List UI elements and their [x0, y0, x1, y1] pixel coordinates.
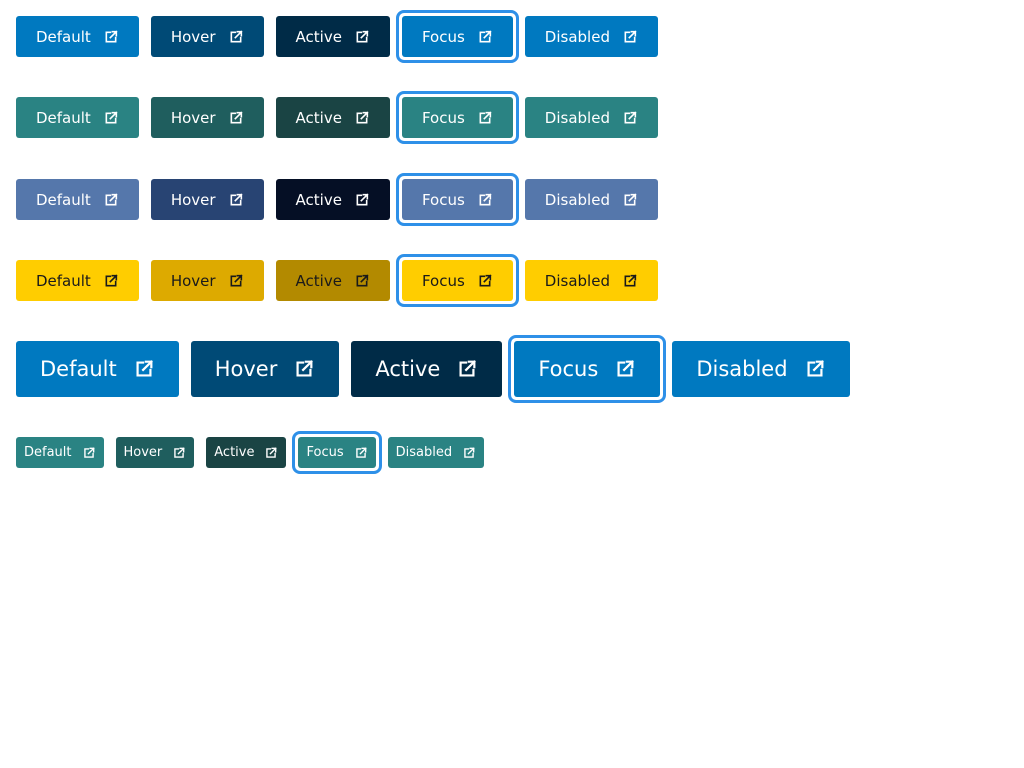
- disabled-button: Disabled: [524, 179, 658, 220]
- external-link-icon: [622, 29, 638, 45]
- button-label: Active: [214, 445, 255, 460]
- external-link-icon: [228, 29, 244, 45]
- button-label: Active: [375, 357, 441, 381]
- button-row-teal-small: Default Hover Active Focus Disabled: [16, 431, 496, 474]
- focus-button[interactable]: Focus: [395, 254, 519, 307]
- default-button[interactable]: Default: [16, 260, 139, 301]
- external-link-icon: [614, 358, 636, 380]
- default-button[interactable]: Default: [16, 437, 104, 468]
- button-label: Focus: [421, 190, 465, 209]
- default-button[interactable]: Default: [16, 341, 179, 397]
- external-link-icon: [172, 446, 186, 460]
- default-button[interactable]: Default: [16, 16, 139, 57]
- button-label: Focus: [421, 271, 465, 290]
- external-link-icon: [462, 446, 476, 460]
- button-label: Hover: [170, 190, 216, 209]
- button-label: Active: [295, 108, 342, 127]
- button-label: Default: [36, 108, 91, 127]
- button-label: Default: [36, 271, 91, 290]
- external-link-icon: [456, 358, 478, 380]
- external-link-icon: [804, 358, 826, 380]
- external-link-icon: [477, 273, 493, 289]
- focus-button[interactable]: Focus: [508, 335, 667, 403]
- hover-button[interactable]: Hover: [150, 179, 264, 220]
- button-label: Default: [36, 27, 91, 46]
- button-label: Focus: [538, 357, 599, 381]
- button-label: Active: [295, 190, 342, 209]
- external-link-icon: [103, 110, 119, 126]
- external-link-icon: [477, 192, 493, 208]
- external-link-icon: [622, 273, 638, 289]
- button-label: Default: [36, 190, 91, 209]
- button-label: Hover: [170, 108, 216, 127]
- button-label: Hover: [170, 271, 216, 290]
- button-label: Focus: [421, 108, 465, 127]
- disabled-button: Disabled: [672, 341, 850, 397]
- focus-button[interactable]: Focus: [395, 173, 519, 226]
- hover-button[interactable]: Hover: [115, 437, 195, 468]
- external-link-icon: [293, 358, 315, 380]
- external-link-icon: [354, 110, 370, 126]
- button-label: Hover: [214, 357, 278, 381]
- button-row-primary: Default Hover Active Focus Disabled: [16, 10, 670, 63]
- external-link-icon: [82, 446, 96, 460]
- external-link-icon: [354, 29, 370, 45]
- external-link-icon: [103, 273, 119, 289]
- active-button[interactable]: Active: [275, 260, 390, 301]
- button-label: Hover: [123, 445, 163, 460]
- focus-button[interactable]: Focus: [292, 431, 382, 474]
- external-link-icon: [228, 192, 244, 208]
- disabled-button: Disabled: [524, 97, 658, 138]
- button-row-teal: Default Hover Active Focus Disabled: [16, 91, 670, 144]
- active-button[interactable]: Active: [275, 97, 390, 138]
- focus-button[interactable]: Focus: [395, 10, 519, 63]
- button-label: Active: [295, 271, 342, 290]
- button-label: Active: [295, 27, 342, 46]
- button-row-yellow: Default Hover Active Focus Disabled: [16, 254, 670, 307]
- hover-button[interactable]: Hover: [150, 97, 264, 138]
- focus-button[interactable]: Focus: [395, 91, 519, 144]
- external-link-icon: [264, 446, 278, 460]
- external-link-icon: [133, 358, 155, 380]
- button-label: Focus: [421, 27, 465, 46]
- button-label: Disabled: [544, 108, 610, 127]
- button-label: Default: [24, 445, 72, 460]
- external-link-icon: [477, 110, 493, 126]
- external-link-icon: [103, 29, 119, 45]
- active-button[interactable]: Active: [275, 16, 390, 57]
- hover-button[interactable]: Hover: [150, 16, 264, 57]
- active-button[interactable]: Active: [206, 437, 287, 468]
- active-button[interactable]: Active: [275, 179, 390, 220]
- button-label: Disabled: [395, 445, 453, 460]
- external-link-icon: [622, 192, 638, 208]
- button-label: Disabled: [696, 357, 788, 381]
- external-link-icon: [354, 192, 370, 208]
- external-link-icon: [622, 110, 638, 126]
- button-label: Disabled: [544, 27, 610, 46]
- button-row-primary-large: Default Hover Active Focus Disabled: [16, 335, 862, 403]
- hover-button[interactable]: Hover: [190, 341, 340, 397]
- disabled-button: Disabled: [524, 260, 658, 301]
- default-button[interactable]: Default: [16, 179, 139, 220]
- external-link-icon: [228, 273, 244, 289]
- button-label: Focus: [306, 445, 344, 460]
- button-label: Disabled: [544, 190, 610, 209]
- external-link-icon: [228, 110, 244, 126]
- external-link-icon: [477, 29, 493, 45]
- active-button[interactable]: Active: [351, 341, 503, 397]
- button-label: Default: [40, 357, 117, 381]
- external-link-icon: [354, 273, 370, 289]
- button-row-slate: Default Hover Active Focus Disabled: [16, 173, 670, 226]
- external-link-icon: [354, 446, 368, 460]
- external-link-icon: [103, 192, 119, 208]
- button-label: Disabled: [544, 271, 610, 290]
- disabled-button: Disabled: [387, 437, 485, 468]
- hover-button[interactable]: Hover: [150, 260, 264, 301]
- default-button[interactable]: Default: [16, 97, 139, 138]
- button-label: Hover: [170, 27, 216, 46]
- disabled-button: Disabled: [524, 16, 658, 57]
